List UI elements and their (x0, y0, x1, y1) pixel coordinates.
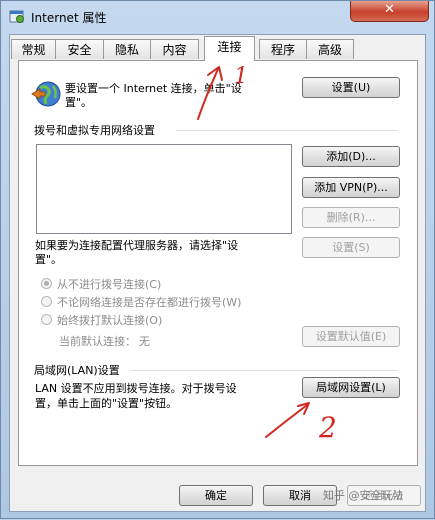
lan-description: LAN 设置不应用到拨号连接。对于拨号设 (35, 382, 237, 395)
tab-content[interactable]: 内容 (150, 39, 199, 59)
connections-listbox[interactable] (36, 144, 292, 234)
proxy-description: 如果要为连接配置代理服务器，请选择"设 (35, 239, 239, 252)
dialup-settings-button[interactable]: 设置(S) (302, 237, 400, 258)
title-bar[interactable]: Internet 属性 ✕ (1, 1, 434, 33)
ok-button[interactable]: 确定 (179, 485, 253, 506)
radio-always-dial-label: 始终拨打默认连接(O) (57, 314, 163, 327)
lan-section-title: 局域网(LAN)设置 (34, 364, 120, 377)
radio-always-dial-default[interactable] (41, 314, 52, 325)
radio-dial-whenever-label: 不论网络连接是否存在都进行拨号(W) (57, 296, 242, 309)
proxy-description-cont: 置"。 (35, 253, 63, 266)
current-default-label: 当前默认连接： (59, 335, 136, 348)
dialup-section-title: 拨号和虚拟专用网络设置 (34, 124, 155, 137)
dialup-separator (176, 130, 398, 131)
setup-button[interactable]: 设置(U) (302, 77, 400, 98)
radio-never-dial-label: 从不进行拨号连接(C) (57, 278, 162, 291)
window-title: Internet 属性 (31, 11, 107, 25)
tab-programs[interactable]: 程序 (259, 39, 307, 59)
lan-separator (131, 370, 398, 371)
setup-description-cont: 置"。 (65, 96, 93, 109)
tab-general[interactable]: 常规 (11, 39, 56, 59)
close-button[interactable]: ✕ (350, 1, 429, 22)
add-connection-button[interactable]: 添加(D)... (302, 146, 400, 167)
delete-connection-button[interactable]: 删除(R)... (302, 207, 400, 228)
tab-privacy[interactable]: 隐私 (103, 39, 151, 59)
tab-security[interactable]: 安全 (55, 39, 104, 59)
radio-dial-whenever[interactable] (41, 296, 52, 307)
tab-connections[interactable]: 连接 (204, 36, 255, 61)
watermark: 知乎 @安全玩法 (323, 489, 404, 502)
add-vpn-button[interactable]: 添加 VPN(P)... (302, 177, 400, 198)
internet-properties-window: Internet 属性 ✕ 常规 安全 隐私 内容 连接 程序 高级 要设置一个… (0, 0, 435, 519)
lan-description-cont: 置，单击上面的"设置"按钮。 (35, 397, 178, 410)
set-default-button[interactable]: 设置默认值(E) (302, 326, 400, 347)
lan-settings-button[interactable]: 局域网设置(L) (302, 377, 400, 398)
tab-advanced[interactable]: 高级 (306, 39, 354, 59)
globe-connection-icon (31, 81, 61, 107)
internet-options-icon (9, 10, 24, 23)
radio-never-dial[interactable] (41, 278, 52, 289)
current-default-value: 无 (139, 335, 150, 348)
